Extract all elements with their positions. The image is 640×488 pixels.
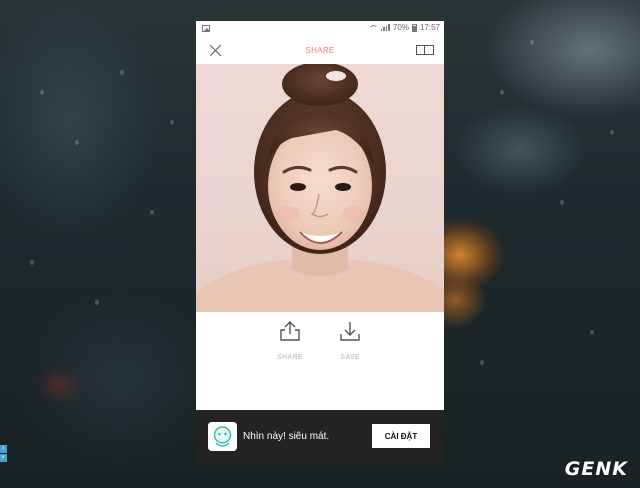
top-bar: SHARE xyxy=(196,37,444,64)
signal-icon xyxy=(380,24,390,31)
share-upload-icon xyxy=(280,321,300,341)
compare-icon[interactable] xyxy=(416,45,434,55)
gallery-icon xyxy=(202,25,210,32)
edited-photo xyxy=(196,64,444,312)
page-title: SHARE xyxy=(305,46,335,55)
status-bar: 70% 17:57 xyxy=(196,21,444,37)
ad-text: Nhìn này! siêu mát. xyxy=(243,431,330,442)
install-button[interactable]: CÀI ĐẶT xyxy=(372,424,430,448)
phone-screen: 70% 17:57 SHARE SHARE SAVE Nhìn này! siê… xyxy=(196,21,444,464)
ad-app-icon[interactable] xyxy=(208,422,237,451)
share-label: SHARE xyxy=(277,354,303,361)
share-button[interactable]: SHARE xyxy=(270,320,310,361)
battery-percent: 70% xyxy=(392,23,409,32)
adchoices-icon[interactable]: i × xyxy=(0,445,9,463)
genk-watermark-logo: GENK xyxy=(564,458,628,480)
wifi-icon xyxy=(368,24,378,31)
save-button[interactable]: SAVE xyxy=(330,320,370,361)
ad-banner[interactable]: Nhìn này! siêu mát. CÀI ĐẶT xyxy=(196,410,444,464)
clock: 17:57 xyxy=(419,23,440,32)
action-bar: SHARE SAVE xyxy=(196,312,444,410)
save-label: SAVE xyxy=(340,354,360,361)
download-icon xyxy=(340,322,360,341)
battery-icon xyxy=(411,23,417,32)
